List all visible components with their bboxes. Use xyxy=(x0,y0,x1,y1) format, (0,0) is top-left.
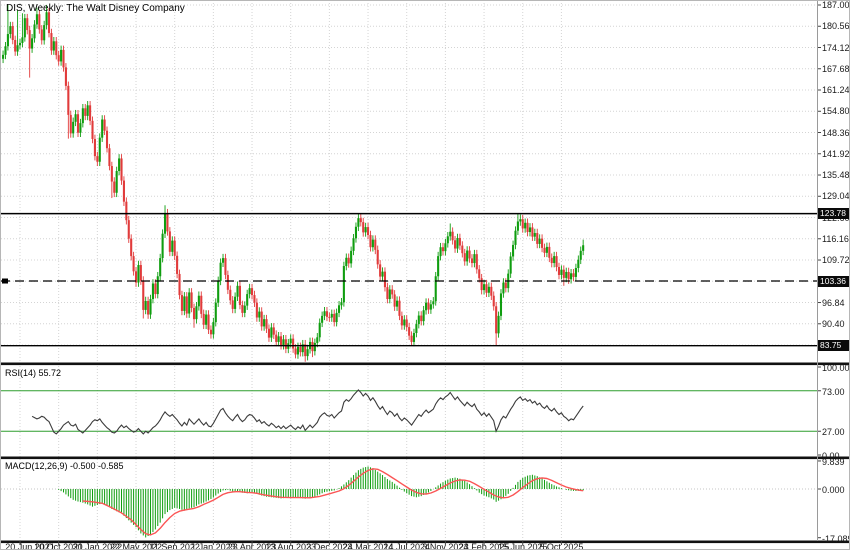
rsi-level-lines xyxy=(1,391,817,431)
candlestick-series xyxy=(2,5,584,362)
rsi-line xyxy=(32,390,583,434)
grid-layer xyxy=(1,3,817,541)
chart-canvas[interactable] xyxy=(1,1,850,550)
trading-chart-window: DIS, Weekly: The Walt Disney Company RSI… xyxy=(0,0,850,550)
